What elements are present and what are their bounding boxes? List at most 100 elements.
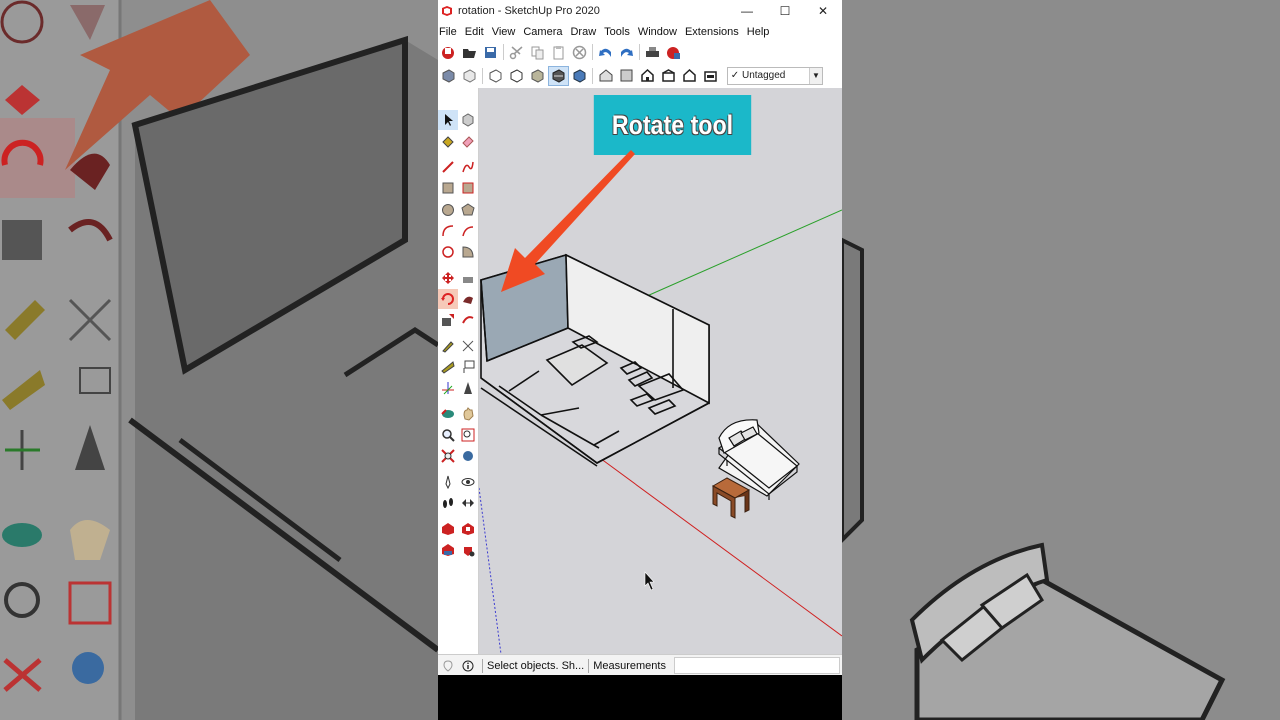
menu-draw[interactable]: Draw — [567, 26, 601, 38]
pie-icon — [462, 246, 474, 258]
delete-icon — [572, 45, 587, 59]
undo-button[interactable] — [595, 42, 616, 62]
style-monochrome-button[interactable] — [569, 66, 590, 86]
circle-tool[interactable] — [438, 200, 458, 220]
wireframe-icon — [489, 69, 502, 83]
two-point-arc-tool[interactable] — [458, 221, 478, 241]
style-backedges-button[interactable] — [459, 66, 480, 86]
save-button[interactable] — [480, 42, 501, 62]
3d-warehouse-button[interactable] — [438, 519, 458, 539]
offset-tool[interactable] — [458, 310, 478, 330]
extension-warehouse-button[interactable] — [458, 519, 478, 539]
erase-button[interactable] — [569, 42, 590, 62]
maximize-button[interactable]: ☐ — [766, 0, 804, 22]
cube-shaded-icon — [442, 69, 455, 83]
position-camera-tool[interactable] — [438, 472, 458, 492]
close-button[interactable]: ✕ — [804, 0, 842, 22]
polygon-tool[interactable] — [458, 200, 478, 220]
zoom-window-icon — [461, 428, 475, 442]
magnifier-icon — [442, 429, 455, 442]
new-model-button[interactable] — [438, 42, 459, 62]
zoom-extents-tool[interactable] — [438, 446, 458, 466]
look-around-tool[interactable] — [458, 472, 478, 492]
rectangle-tool[interactable] — [438, 178, 458, 198]
geo-location-icon[interactable] — [438, 659, 458, 672]
follow-me-tool[interactable] — [458, 289, 478, 309]
save-icon — [485, 46, 496, 58]
three-point-arc-tool[interactable] — [438, 242, 458, 262]
eraser-tool[interactable] — [458, 131, 478, 151]
menu-file[interactable]: File — [438, 26, 462, 38]
scene-canvas — [479, 209, 842, 654]
zoom-tool[interactable] — [438, 425, 458, 445]
previous-view-tool[interactable] — [458, 446, 478, 466]
menu-extensions[interactable]: Extensions — [682, 26, 744, 38]
send-to-layout-button[interactable] — [438, 540, 458, 560]
arc-tool[interactable] — [438, 221, 458, 241]
rotate-tool[interactable] — [438, 289, 458, 309]
paste-icon — [553, 45, 564, 59]
walk-tool[interactable] — [438, 493, 458, 513]
push-pull-tool[interactable] — [458, 268, 478, 288]
minimize-button[interactable]: — — [728, 0, 766, 22]
paste-button[interactable] — [548, 42, 569, 62]
select-tool[interactable] — [438, 110, 458, 130]
zoom-window-tool[interactable] — [458, 425, 478, 445]
protractor-tool[interactable] — [438, 357, 458, 377]
axes-tool[interactable] — [438, 378, 458, 398]
menu-camera[interactable]: Camera — [520, 26, 567, 38]
cube-outline-icon — [463, 69, 476, 83]
tag-selector[interactable]: ✓ Untagged ▼ — [727, 66, 823, 85]
tape-measure-icon — [442, 341, 454, 353]
style-shaded-button[interactable] — [527, 66, 548, 86]
dimension-tool[interactable] — [458, 336, 478, 356]
freehand-icon — [462, 161, 474, 173]
pie-tool[interactable] — [458, 242, 478, 262]
style-hiddenline-button[interactable] — [506, 66, 527, 86]
background-right-zoom — [842, 0, 1280, 720]
house-back-icon — [683, 68, 696, 82]
model-viewport[interactable]: Rotate tool — [479, 88, 842, 654]
scale-tool[interactable] — [438, 310, 458, 330]
tape-measure-tool[interactable] — [438, 336, 458, 356]
menu-window[interactable]: Window — [635, 26, 682, 38]
view-front-button[interactable] — [637, 66, 658, 86]
open-button[interactable] — [459, 42, 480, 62]
orbit-tool[interactable] — [438, 404, 458, 424]
3d-text-tool[interactable] — [458, 378, 478, 398]
extension-manager-button[interactable] — [458, 540, 478, 560]
chevron-down-icon[interactable]: ▼ — [809, 67, 822, 84]
large-tool-set — [438, 88, 479, 654]
measurements-input[interactable] — [673, 657, 840, 674]
menu-tools[interactable]: Tools — [601, 26, 635, 38]
paint-bucket-tool[interactable] — [438, 131, 458, 151]
rotated-rectangle-tool[interactable] — [458, 178, 478, 198]
pan-tool[interactable] — [458, 404, 478, 424]
style-shaded-textures-button[interactable] — [548, 65, 569, 86]
menu-view[interactable]: View — [489, 26, 521, 38]
print-button[interactable] — [642, 42, 663, 62]
menu-edit[interactable]: Edit — [462, 26, 489, 38]
style-wireframe-button[interactable] — [485, 66, 506, 86]
view-right-button[interactable] — [658, 66, 679, 86]
style-xray-button[interactable] — [438, 66, 459, 86]
text-tool[interactable] — [458, 357, 478, 377]
status-separator — [588, 658, 590, 673]
make-component-tool[interactable] — [458, 110, 478, 130]
cut-button[interactable] — [506, 42, 527, 62]
eraser-icon — [462, 136, 474, 148]
menu-help[interactable]: Help — [744, 26, 775, 38]
line-tool[interactable] — [438, 157, 458, 177]
info-icon[interactable] — [458, 660, 478, 672]
view-back-button[interactable] — [679, 66, 700, 86]
freehand-tool[interactable] — [458, 157, 478, 177]
redo-button[interactable] — [616, 42, 637, 62]
move-tool[interactable] — [438, 268, 458, 288]
model-info-button[interactable] — [663, 42, 684, 62]
view-iso-button[interactable] — [595, 66, 616, 86]
view-top-button[interactable] — [616, 66, 637, 86]
copy-button[interactable] — [527, 42, 548, 62]
view-left-button[interactable] — [700, 66, 721, 86]
section-plane-icon — [462, 499, 474, 507]
section-plane-tool[interactable] — [458, 493, 478, 513]
